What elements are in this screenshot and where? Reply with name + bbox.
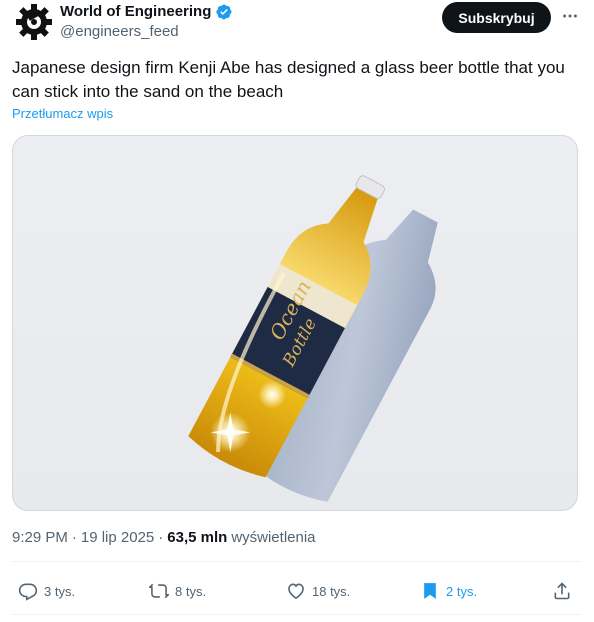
views-count: 63,5 mln — [167, 529, 228, 546]
bookmark-count: 2 tys. — [446, 583, 478, 599]
views-label: wyświetlenia — [231, 529, 316, 546]
tweet-media-image[interactable]: Ocean Bottle — [12, 135, 578, 511]
verified-badge-icon — [215, 3, 233, 21]
like-count: 18 tys. — [312, 583, 351, 599]
author-name[interactable]: World of Engineering — [60, 2, 211, 22]
gear-logo-icon — [14, 2, 54, 42]
share-icon — [554, 582, 570, 600]
tweet-date[interactable]: 19 lip 2025 — [81, 528, 154, 548]
tweet-header: World of Engineering @engineers_feed Sub… — [12, 0, 582, 46]
reply-count: 3 tys. — [44, 583, 76, 599]
reply-icon — [18, 583, 38, 601]
tweet-time[interactable]: 9:29 PM — [12, 528, 68, 548]
bottle-photo: Ocean Bottle — [188, 175, 438, 502]
share-button[interactable] — [552, 570, 572, 612]
author-name-row[interactable]: World of Engineering — [60, 2, 233, 22]
subscribe-button[interactable]: Subskrybuj — [442, 2, 551, 33]
translate-link[interactable]: Przetłumacz wpis — [12, 106, 113, 121]
repost-icon — [149, 583, 169, 599]
tweet-text: Japanese design firm Kenji Abe has desig… — [12, 58, 565, 101]
meta-separator-2: · — [158, 529, 164, 546]
action-bar: 3 tys. 8 tys. 18 tys. 2 tys. — [12, 570, 582, 612]
like-button[interactable]: 18 tys. — [286, 570, 350, 612]
heart-icon — [288, 583, 304, 600]
divider — [12, 561, 582, 562]
avatar[interactable] — [14, 2, 54, 42]
repost-count: 8 tys. — [175, 583, 207, 599]
tweet-meta: 9:29 PM · 19 lip 2025 · 63,5 mln wyświet… — [12, 528, 316, 548]
meta-separator: · — [71, 529, 77, 546]
reply-button[interactable]: 3 tys. — [18, 570, 75, 612]
divider-bottom — [12, 614, 582, 615]
bookmark-filled-icon — [424, 583, 436, 599]
bookmark-button[interactable]: 2 tys. — [420, 570, 477, 612]
author-handle[interactable]: @engineers_feed — [60, 22, 179, 42]
repost-button[interactable]: 8 tys. — [149, 570, 206, 612]
more-dots-icon[interactable] — [560, 6, 580, 26]
